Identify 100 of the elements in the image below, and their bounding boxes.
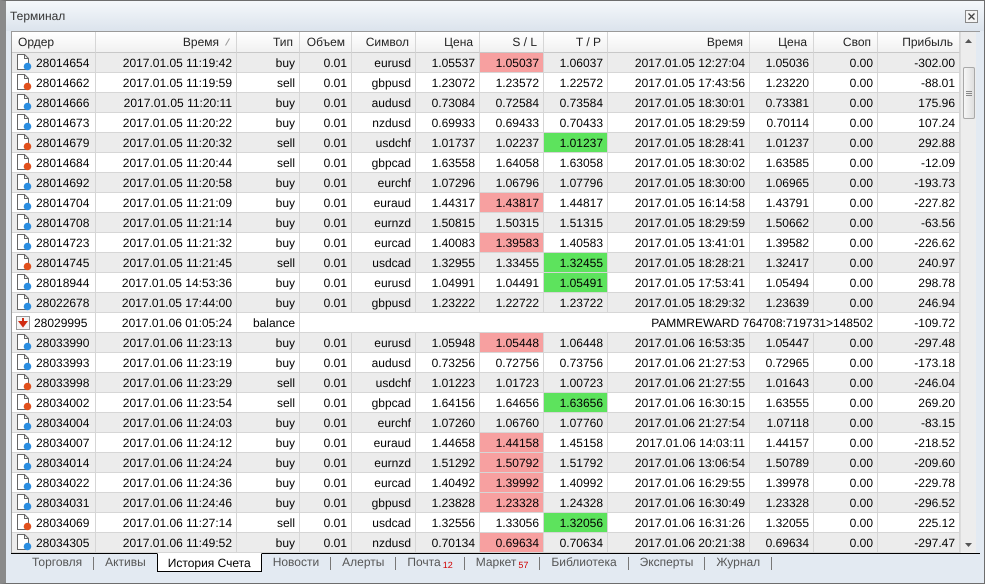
table-cell: nzdusd (352, 113, 416, 133)
scroll-thumb[interactable] (962, 67, 974, 119)
table-cell: 2017.01.05 14:53:36 (96, 273, 237, 293)
table-cell: eurnzd (352, 453, 416, 473)
table-cell: 1.05494 (750, 273, 814, 293)
table-cell: 1.05537 (416, 53, 480, 73)
column-header[interactable]: Символ (352, 32, 416, 53)
table-cell: sell (237, 393, 300, 413)
table-cell: -193.73 (878, 173, 960, 193)
tab[interactable]: История Счета (156, 553, 262, 572)
table-cell: 2017.01.05 18:29:59 (608, 213, 750, 233)
table-cell: 2017.01.06 11:24:36 (96, 473, 237, 493)
table-cell: gbpusd (352, 73, 416, 93)
table-cell: 1.51292 (416, 453, 480, 473)
table-cell: 1.22572 (544, 73, 608, 93)
table-cell: -229.78 (878, 473, 960, 493)
table-cell: 2017.01.05 11:19:42 (96, 53, 237, 73)
table-cell: 1.05491 (544, 273, 608, 293)
table-cell: eurusd (352, 273, 416, 293)
table-cell: 2017.01.06 11:23:29 (96, 373, 237, 393)
table-cell: 1.44658 (416, 433, 480, 453)
column-header[interactable]: Прибыль (878, 32, 960, 53)
tab[interactable]: Журнал (705, 553, 772, 570)
table-cell: 1.50792 (480, 453, 544, 473)
order-number: 28014679 (36, 136, 90, 150)
table-cell: -12.09 (878, 153, 960, 173)
table-cell: 1.50789 (750, 453, 814, 473)
order-number: 28034014 (36, 456, 90, 470)
table-cell: 1.05948 (416, 333, 480, 353)
table-cell: 2017.01.05 13:41:01 (608, 233, 750, 253)
column-header[interactable]: Ордер (12, 32, 96, 53)
column-header[interactable]: Тип (237, 32, 300, 53)
table-cell: 2017.01.06 11:24:12 (96, 433, 237, 453)
table-cell: 1.05447 (750, 333, 814, 353)
table-cell: 1.51792 (544, 453, 608, 473)
table-cell: 1.40083 (416, 233, 480, 253)
table-cell: 0.72756 (480, 353, 544, 373)
table-cell: 0.00 (814, 393, 878, 413)
table-cell: euraud (352, 193, 416, 213)
column-header[interactable]: Объем (300, 32, 352, 53)
column-header[interactable]: Цена (416, 32, 480, 53)
table-cell: 0.01 (300, 353, 352, 373)
table-cell: 2017.01.06 16:29:55 (608, 473, 750, 493)
table-cell: 2017.01.05 11:21:32 (96, 233, 237, 253)
close-button[interactable] (965, 10, 978, 22)
table-cell: 1.32556 (416, 513, 480, 533)
table-cell: 0.01 (300, 93, 352, 113)
column-header[interactable]: Время (96, 32, 237, 53)
table-cell: 1.44817 (544, 193, 608, 213)
table-cell: 1.43791 (750, 193, 814, 213)
table-cell: 0.00 (814, 273, 878, 293)
column-header[interactable]: T / P (544, 32, 608, 53)
table-cell: 1.64058 (480, 153, 544, 173)
table-cell: 2017.01.06 01:05:24 (96, 313, 237, 333)
column-header[interactable]: Своп (814, 32, 878, 53)
table-cell: gbpusd (352, 493, 416, 513)
table-cell: 0.01 (300, 333, 352, 353)
table-cell: 1.23572 (480, 73, 544, 93)
unread-count: 12 (442, 560, 453, 570)
order-number: 28034031 (36, 496, 90, 510)
table-cell: 2017.01.06 11:24:03 (96, 413, 237, 433)
table-cell: 2017.01.06 11:23:19 (96, 353, 237, 373)
tab[interactable]: Алерты (331, 553, 396, 570)
table-cell: -83.15 (878, 413, 960, 433)
tab[interactable]: Активы (94, 553, 157, 570)
table-cell: 2017.01.05 11:20:11 (96, 93, 237, 113)
table-cell: 0.01 (300, 53, 352, 73)
table-cell: 1.23722 (544, 293, 608, 313)
order-number: 28033990 (36, 336, 90, 350)
order-number: 28034004 (36, 416, 90, 430)
table-cell: -297.47 (878, 533, 960, 553)
table-cell: 1.64156 (416, 393, 480, 413)
column-header[interactable]: Цена (750, 32, 814, 53)
table-cell: 1.00723 (544, 373, 608, 393)
table-cell: sell (237, 253, 300, 273)
table-cell: 1.01237 (544, 133, 608, 153)
table-cell: 2017.01.05 18:30:00 (608, 173, 750, 193)
table-cell: audusd (352, 93, 416, 113)
table-cell: 1.63558 (416, 153, 480, 173)
table-cell: 0.01 (300, 213, 352, 233)
table-cell: 2017.01.06 13:06:54 (608, 453, 750, 473)
table-cell: -209.60 (878, 453, 960, 473)
tab[interactable]: Библиотека (540, 553, 628, 570)
tab[interactable]: Торговля (21, 553, 94, 570)
column-header[interactable]: Время (608, 32, 750, 53)
table-cell: 2017.01.06 20:21:38 (608, 533, 750, 553)
tab[interactable]: Эксперты (628, 553, 704, 570)
column-header[interactable]: S / L (480, 32, 544, 53)
table-cell: 240.97 (878, 253, 960, 273)
table-cell: 0.69634 (750, 533, 814, 553)
table-cell: 0.69433 (480, 113, 544, 133)
scrollbar[interactable] (960, 32, 976, 553)
table-cell: 1.33056 (480, 513, 544, 533)
table-cell: 1.50815 (416, 213, 480, 233)
table-cell: 1.05036 (750, 53, 814, 73)
tab[interactable]: Новости (262, 553, 330, 570)
order-number: 28014723 (36, 236, 90, 250)
table-cell: -226.62 (878, 233, 960, 253)
table-cell: 0.01 (300, 113, 352, 133)
table-cell: gbpusd (352, 293, 416, 313)
